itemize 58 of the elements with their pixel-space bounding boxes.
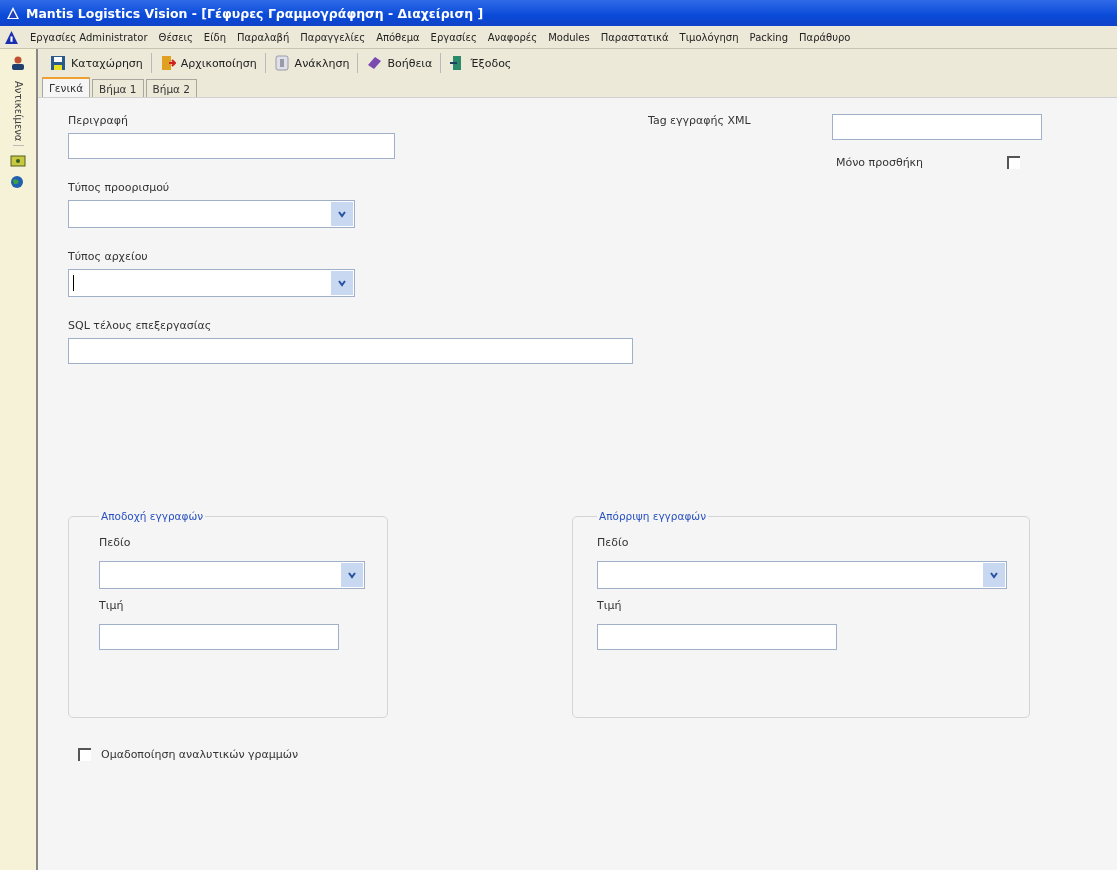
checkbox[interactable] bbox=[1007, 156, 1021, 169]
menu-item[interactable]: Παραστατικά bbox=[600, 31, 669, 43]
dropdown[interactable] bbox=[68, 200, 355, 228]
chevron-icon bbox=[341, 563, 363, 587]
globe-icon[interactable] bbox=[10, 174, 26, 191]
toolbar-button[interactable]: Έξοδος bbox=[445, 53, 516, 73]
menu-item[interactable]: Αναφορές bbox=[487, 31, 538, 43]
field-label: Τύπος αρχείου bbox=[68, 250, 149, 263]
toolbar-button[interactable]: Βοήθεια bbox=[362, 53, 437, 73]
field-label: Τύπος προορισμού bbox=[68, 181, 171, 194]
field-label: Τιμή bbox=[597, 599, 623, 612]
field-label: Πεδίο bbox=[597, 536, 630, 549]
menu-item[interactable]: Εργασίες bbox=[430, 31, 477, 43]
menu-item[interactable]: Παραλαβή bbox=[237, 31, 290, 43]
input-field[interactable] bbox=[832, 114, 1042, 140]
menu-item[interactable]: Packing bbox=[749, 31, 789, 43]
app-logo-icon bbox=[4, 29, 19, 45]
group-title: Αποδοχή εγγραφών bbox=[100, 510, 205, 522]
field-label: Πεδίο bbox=[99, 536, 132, 549]
folder-icon[interactable] bbox=[10, 152, 26, 169]
dropdown[interactable] bbox=[68, 269, 355, 297]
user-icon[interactable] bbox=[10, 55, 26, 71]
input-field[interactable] bbox=[597, 624, 837, 650]
field-label: Tag εγγραφής XML bbox=[648, 114, 752, 127]
checkbox-label: Μόνο προσθήκη bbox=[836, 156, 924, 169]
app-logo-icon bbox=[6, 6, 20, 20]
toolbar-button[interactable]: Αρχικοποίηση bbox=[155, 53, 261, 73]
input-field[interactable] bbox=[68, 338, 633, 364]
field-label: Περιγραφή bbox=[68, 114, 129, 127]
menu-item[interactable]: Είδη bbox=[203, 31, 226, 43]
menu-item[interactable]: Παραγγελίες bbox=[300, 31, 366, 43]
chevron-icon bbox=[331, 271, 353, 295]
dropdown[interactable] bbox=[99, 561, 365, 589]
door-icon bbox=[159, 55, 176, 71]
toolbar-button[interactable]: Καταχώρηση bbox=[46, 53, 147, 73]
dropdown[interactable] bbox=[597, 561, 1007, 589]
tab[interactable]: Βήμα 2 bbox=[145, 79, 198, 97]
tab[interactable]: Γενικά bbox=[42, 77, 91, 97]
toolbar-button[interactable]: Ανάκληση bbox=[269, 53, 354, 73]
chevron-icon bbox=[983, 563, 1005, 587]
menu-item[interactable]: Θέσεις bbox=[158, 31, 193, 43]
menu-item[interactable]: Απόθεμα bbox=[376, 31, 420, 43]
input-field[interactable] bbox=[99, 624, 339, 650]
menu-item[interactable]: Εργασίες Administrator bbox=[30, 31, 148, 43]
group-title: Απόρριψη εγγραφών bbox=[598, 510, 707, 522]
menu-item[interactable]: Τιμολόγηση bbox=[679, 31, 739, 43]
input-field[interactable] bbox=[68, 133, 395, 159]
menu-item[interactable]: Modules bbox=[548, 31, 590, 43]
window-title: Mantis Logistics Vision - [Γέφυρες Γραμμογράφηση - Διαχείριση ] bbox=[26, 5, 484, 21]
document-icon bbox=[273, 55, 290, 71]
checkbox[interactable] bbox=[78, 748, 91, 761]
chevron-icon bbox=[331, 202, 353, 226]
menu-item[interactable]: Παράθυρο bbox=[799, 31, 851, 43]
tab[interactable]: Βήμα 1 bbox=[92, 79, 144, 97]
field-label: Τιμή bbox=[99, 599, 125, 612]
side-tab[interactable]: Αντικείμενα bbox=[12, 77, 24, 147]
checkbox-label: Ομαδοποίηση αναλυτικών γραμμών bbox=[101, 748, 299, 761]
field-label: SQL τέλους επεξεργασίας bbox=[68, 319, 213, 332]
